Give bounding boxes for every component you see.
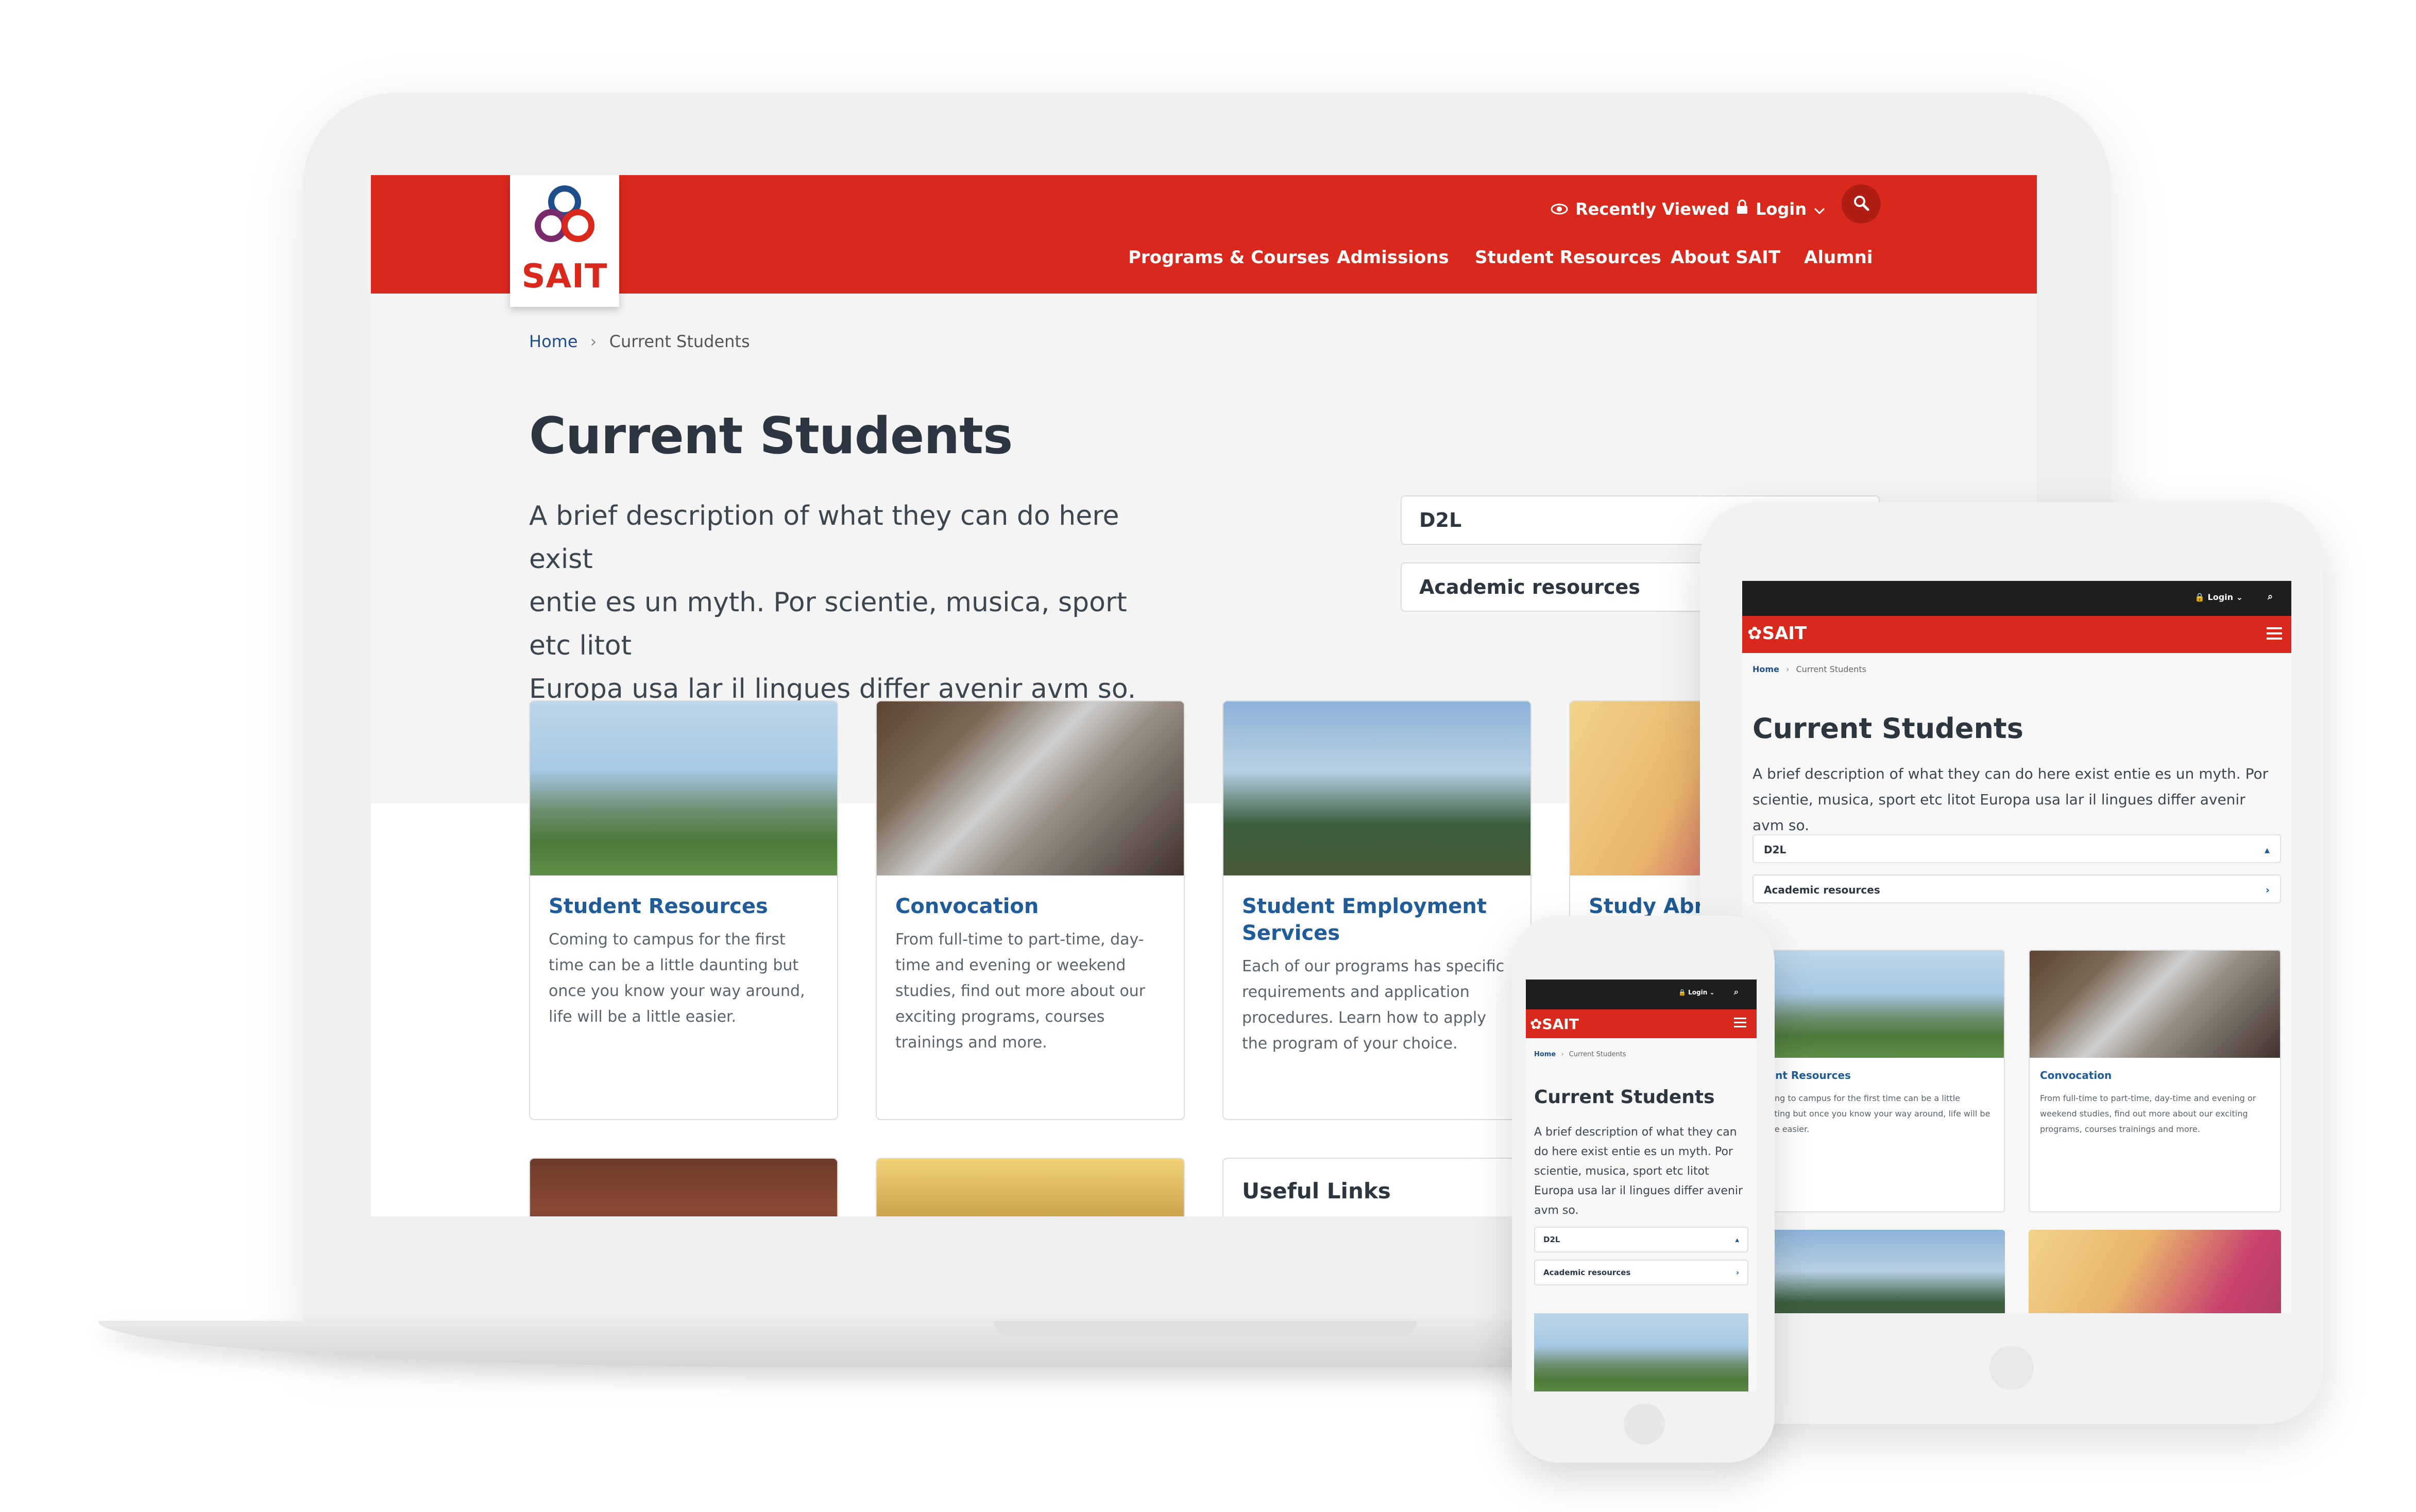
search-icon[interactable]: ⌕ — [2268, 591, 2273, 602]
chevron-right-icon: › — [590, 332, 597, 351]
tablet-login[interactable]: 🔒 Login ⌄ — [2194, 592, 2243, 602]
site-logo[interactable]: SAIT — [510, 175, 619, 307]
card-image-portrait[interactable] — [876, 1158, 1185, 1216]
card-title[interactable]: Student Employment Services — [1242, 893, 1520, 947]
quick-link-academic-resources[interactable]: Academic resources › — [1753, 874, 2281, 903]
page-intro: A brief description of what they can do … — [529, 494, 1163, 711]
card-title[interactable]: Convocation — [2040, 1069, 2112, 1081]
lock-icon — [1736, 199, 1748, 219]
quick-link-label: Academic resources — [1543, 1268, 1631, 1277]
breadcrumb: Home › Current Students — [529, 332, 750, 351]
tablet-header — [1742, 616, 2291, 653]
card-image-walk[interactable] — [1753, 1230, 2005, 1313]
card-description: Coming to campus for the first time can … — [549, 931, 805, 1026]
breadcrumb-home[interactable]: Home — [1753, 664, 1779, 674]
card-image-portrait[interactable] — [2029, 1230, 2281, 1313]
card-description: From full-time to part-time, day-time an… — [2040, 1093, 2256, 1134]
phone-login-label: Login — [1688, 989, 1708, 996]
page-title: Current Students — [1534, 1087, 1715, 1108]
card-student-resources[interactable]: Student Resources Coming to campus for t… — [529, 700, 838, 1120]
tablet-home-button — [1989, 1346, 2034, 1390]
laptop-notch — [994, 1321, 1417, 1336]
page-title: Current Students — [1753, 712, 2023, 745]
breadcrumb: Home › Current Students — [1534, 1051, 1626, 1058]
login-menu[interactable]: Login — [1736, 194, 1825, 225]
card-image-brick[interactable] — [529, 1158, 838, 1216]
nav-alumni[interactable]: Alumni — [1804, 247, 1873, 268]
breadcrumb: Home › Current Students — [1753, 664, 1866, 674]
useful-links-title: Useful Links — [1242, 1178, 1391, 1204]
chevron-down-icon — [1814, 199, 1825, 219]
search-icon — [1852, 194, 1870, 214]
nav-about-sait[interactable]: About SAIT — [1671, 247, 1780, 268]
quick-link-label: D2L — [1764, 844, 1787, 856]
card-description: From full-time to part-time, day-time an… — [895, 931, 1146, 1052]
page-title: Current Students — [529, 407, 1013, 466]
nav-admissions[interactable]: Admissions — [1337, 247, 1449, 268]
logo-wordmark: SAIT — [521, 257, 608, 296]
card-description: Each of our programs has specific requir… — [1242, 957, 1505, 1053]
tablet-screen: 🔒 Login ⌄ ⌕ ✿SAIT Home › Current Student… — [1742, 581, 2291, 1313]
card-title[interactable]: Convocation — [895, 893, 1173, 920]
chevron-right-icon: › — [1736, 1268, 1739, 1277]
tablet-utility-bar: 🔒 Login ⌄ ⌕ — [1742, 581, 2291, 616]
card-description: Coming to campus for the first time can … — [1754, 1093, 1990, 1134]
card-student-employment-services[interactable]: Student Employment Services Each of our … — [1222, 700, 1532, 1120]
phone-screen: 🔒 Login ⌄ ⌕ ✿SAIT Home › Current Student… — [1526, 980, 1757, 1391]
page-intro: A brief description of what they can do … — [1753, 765, 2269, 834]
intro-line: entie es un myth. Por scientie, musica, … — [529, 587, 1127, 661]
hamburger-menu-icon[interactable] — [1734, 1018, 1746, 1029]
card-student-resources[interactable]: udent Resources Coming to campus for the… — [1753, 950, 2005, 1212]
card-image — [877, 701, 1184, 875]
sait-emblem-icon — [529, 181, 601, 261]
phone-logo[interactable]: ✿SAIT — [1530, 1016, 1579, 1033]
quick-link-label: Academic resources — [1764, 884, 1880, 896]
phone-utility-bar: 🔒 Login ⌄ ⌕ — [1526, 980, 1757, 1009]
page-intro: A brief description of what they can do … — [1534, 1126, 1743, 1217]
card-convocation[interactable]: Convocation From full-time to part-time,… — [876, 700, 1185, 1120]
search-icon[interactable]: ⌕ — [1734, 987, 1739, 997]
login-label: Login — [1756, 199, 1807, 219]
external-link-icon: ▴ — [1735, 1235, 1739, 1244]
hamburger-menu-icon[interactable] — [2267, 627, 2282, 641]
phone-logo-text: SAIT — [1542, 1016, 1579, 1033]
card-image — [2030, 951, 2280, 1058]
tablet-login-label: Login — [2207, 592, 2234, 602]
card-image — [1754, 951, 2004, 1058]
quick-link-label: Academic resources — [1419, 576, 1640, 598]
intro-line: A brief description of what they can do … — [529, 501, 1119, 575]
chevron-right-icon: › — [1786, 664, 1790, 674]
recently-viewed-link[interactable]: Recently Viewed — [1551, 194, 1729, 225]
recently-viewed-label: Recently Viewed — [1575, 199, 1730, 219]
card-title[interactable]: Student Resources — [549, 893, 827, 920]
card-convocation[interactable]: Convocation From full-time to part-time,… — [2029, 950, 2281, 1212]
quick-link-d2l[interactable]: D2L ▴ — [1534, 1227, 1748, 1252]
quick-link-label: D2L — [1543, 1235, 1560, 1244]
useful-links-panel: Useful Links — [1222, 1158, 1532, 1216]
phone-home-button — [1624, 1403, 1665, 1445]
quick-link-label: D2L — [1419, 509, 1462, 531]
external-link-icon: ▴ — [2264, 844, 2270, 856]
tablet-logo[interactable]: ✿SAIT — [1747, 623, 1807, 644]
quick-link-academic-resources[interactable]: Academic resources › — [1534, 1260, 1748, 1285]
quick-link-d2l[interactable]: D2L ▴ — [1753, 834, 2281, 863]
breadcrumb-home[interactable]: Home — [529, 332, 578, 351]
tablet-logo-text: SAIT — [1762, 623, 1807, 644]
phone-login[interactable]: 🔒 Login ⌄ — [1678, 989, 1715, 996]
card-image[interactable] — [1534, 1313, 1748, 1391]
card-image — [530, 701, 837, 875]
site-header: Recently Viewed Login Programs & Courses… — [371, 175, 2037, 294]
breadcrumb-home[interactable]: Home — [1534, 1051, 1556, 1058]
nav-student-resources[interactable]: Student Resources — [1475, 247, 1661, 268]
nav-programs-courses[interactable]: Programs & Courses — [1128, 247, 1330, 268]
breadcrumb-current: Current Students — [609, 332, 750, 351]
chevron-right-icon: › — [2265, 884, 2270, 896]
eye-icon — [1551, 199, 1568, 219]
breadcrumb-current: Current Students — [1569, 1051, 1626, 1058]
chevron-right-icon: › — [1561, 1051, 1564, 1058]
breadcrumb-current: Current Students — [1796, 664, 1867, 674]
search-button[interactable] — [1842, 184, 1881, 224]
card-image — [1223, 701, 1530, 875]
